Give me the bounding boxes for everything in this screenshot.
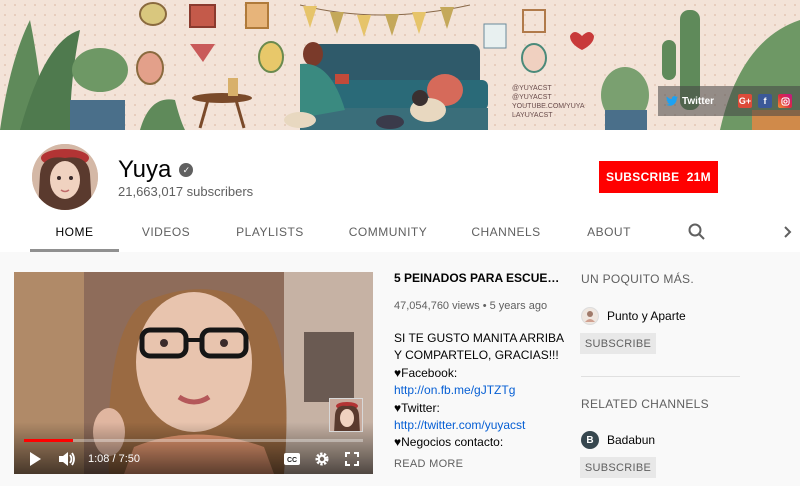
captions-button[interactable]: CC <box>281 448 303 470</box>
twitter-link-text[interactable]: http://twitter.com/yuyacst <box>394 417 564 434</box>
handle-youtube: YOUTUBE.COM/YUYA <box>512 103 585 110</box>
channel-header: Yuya ✓ 21,663,017 subscribers SUBSCRIBE … <box>0 130 800 252</box>
search-icon <box>688 223 705 240</box>
banner-handles: @YUYACST @YUYACST YOUTUBE.COM/YUYA LAYUY… <box>512 84 585 120</box>
twitter-link[interactable]: Twitter <box>666 96 714 107</box>
subscribe-count: 21M <box>686 170 711 184</box>
featured-channels-heading: UN POQUITO MÁS. <box>581 272 694 286</box>
video-age: 5 years ago <box>489 300 548 312</box>
verified-icon: ✓ <box>179 163 194 177</box>
tabs-next-button[interactable] <box>780 222 796 242</box>
play-icon <box>30 452 41 466</box>
description-text: ♥Twitter: <box>394 400 440 415</box>
social-links: Twitter G+ f <box>658 86 800 116</box>
related-channel-item[interactable]: B Badabun <box>581 431 655 449</box>
handle-facebook: LAYUYACST <box>512 112 553 119</box>
related-channel-name: Badabun <box>607 433 656 447</box>
captions-icon: CC <box>284 453 300 465</box>
tab-videos[interactable]: VIDEOS <box>119 212 213 252</box>
instagram-icon[interactable] <box>778 94 793 108</box>
video-progress-fill <box>24 439 73 442</box>
tab-home[interactable]: HOME <box>30 212 119 252</box>
video-progress-bar[interactable] <box>24 439 363 442</box>
description-text: ♥Facebook: <box>394 365 458 380</box>
video-time: 1:08 / 7:50 <box>88 453 140 465</box>
description-text: ♥Negocios contacto: <box>394 435 504 450</box>
channel-search-button[interactable] <box>687 222 707 242</box>
featured-subscribe-button[interactable]: SUBSCRIBE <box>580 333 656 354</box>
gplus-icon[interactable]: G+ <box>738 94 753 108</box>
channel-title: Yuya ✓ <box>118 156 194 184</box>
read-more-button[interactable]: READ MORE <box>394 458 463 470</box>
handle-instagram: @YUYACST <box>512 94 552 101</box>
featured-channel-name: Punto y Aparte <box>607 309 686 323</box>
channel-avatar-small <box>581 307 599 325</box>
video-meta: 47,054,760 views • 5 years ago <box>394 300 547 312</box>
video-description: SI TE GUSTO MANITA ARRIBA Y COMPARTELO, … <box>394 330 564 452</box>
facebook-icon[interactable]: f <box>758 94 773 108</box>
subscribe-label: SUBSCRIBE <box>606 170 680 184</box>
channel-banner: @YUYACST @YUYACST YOUTUBE.COM/YUYA LAYUY… <box>0 0 800 130</box>
channel-tabs: HOME VIDEOS PLAYLISTS COMMUNITY CHANNELS… <box>30 212 655 252</box>
video-views: 47,054,760 views <box>394 300 480 312</box>
svg-text:CC: CC <box>287 457 297 464</box>
sidebar-divider <box>581 376 740 377</box>
related-channels-heading: RELATED CHANNELS <box>581 397 709 411</box>
fullscreen-button[interactable] <box>341 448 363 470</box>
subscriber-count: 21,663,017 subscribers <box>118 184 254 199</box>
volume-button[interactable] <box>56 448 78 470</box>
facebook-link[interactable]: http://on.fb.me/gJTZTg <box>394 382 564 399</box>
volume-icon <box>59 452 75 466</box>
channel-avatar[interactable] <box>32 144 98 210</box>
settings-button[interactable] <box>311 448 333 470</box>
meta-separator: • <box>482 300 490 312</box>
channel-name: Yuya <box>118 156 172 183</box>
featured-video-player[interactable]: 1:08 / 7:50 CC <box>14 272 373 474</box>
featured-channel-item[interactable]: Punto y Aparte <box>581 307 686 325</box>
badabun-avatar: B <box>581 431 599 449</box>
chevron-right-icon <box>784 226 792 238</box>
play-button[interactable] <box>24 448 46 470</box>
twitter-label: Twitter <box>682 95 715 107</box>
gear-icon <box>315 452 329 466</box>
description-text: SI TE GUSTO MANITA ARRIBA Y COMPARTELO, … <box>394 331 564 363</box>
tab-community[interactable]: COMMUNITY <box>327 212 449 252</box>
channel-watermark[interactable] <box>329 398 363 432</box>
video-title[interactable]: 5 PEINADOS PARA ESCUELA... <box>394 271 564 285</box>
tab-playlists[interactable]: PLAYLISTS <box>213 212 327 252</box>
tab-about[interactable]: ABOUT <box>563 212 655 252</box>
video-controls: 1:08 / 7:50 CC <box>14 444 373 474</box>
handle-twitter: @YUYACST <box>512 85 552 92</box>
tab-channels[interactable]: CHANNELS <box>449 212 563 252</box>
fullscreen-icon <box>345 452 359 466</box>
twitter-icon <box>666 96 678 106</box>
subscribe-button[interactable]: SUBSCRIBE 21M <box>599 161 718 193</box>
related-subscribe-button[interactable]: SUBSCRIBE <box>580 457 656 478</box>
